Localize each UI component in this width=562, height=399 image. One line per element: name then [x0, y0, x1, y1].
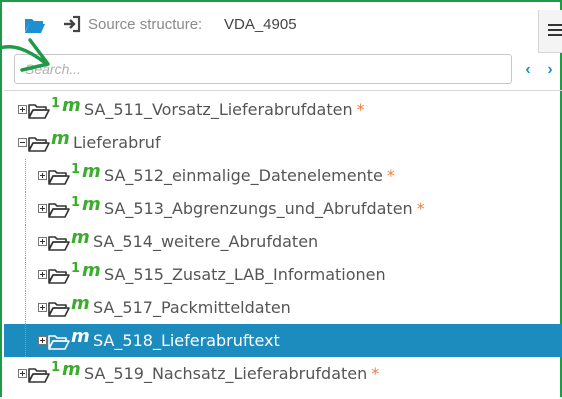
cardinality-number: 1 — [51, 96, 61, 111]
node-name: SA_512_einmalige_Datenelemente — [104, 166, 383, 185]
expand-toggle-icon[interactable] — [38, 303, 47, 312]
cardinality-number: 1 — [71, 195, 81, 210]
cardinality-badge: 1m — [71, 194, 101, 215]
collapse-toggle-icon[interactable] — [18, 138, 27, 147]
mandatory-marker: m — [51, 128, 70, 149]
search-input[interactable] — [14, 54, 512, 84]
expand-toggle-icon[interactable] — [38, 336, 47, 345]
cardinality-badge: m — [71, 293, 90, 314]
cardinality-number: 1 — [51, 360, 61, 375]
mandatory-marker: m — [82, 260, 101, 281]
required-marker: * — [371, 364, 380, 383]
tree-node-label: SA_519_Nachsatz_Lieferabrufdaten * — [84, 364, 379, 383]
cardinality-number: 1 — [71, 261, 81, 276]
mandatory-marker: m — [62, 359, 81, 380]
menu-bar-icon — [548, 34, 562, 36]
menu-bar-icon — [548, 24, 562, 26]
tree-guide-line — [25, 324, 26, 357]
folder-open-icon — [48, 236, 70, 251]
tree-node-label: SA_513_Abgrenzungs_und_Abrufdaten * — [104, 199, 425, 218]
required-marker: * — [416, 199, 425, 218]
required-marker: * — [386, 166, 395, 185]
tree-node[interactable]: m SA_518_Lieferabruftext — [4, 324, 562, 357]
cardinality-badge: m — [71, 326, 90, 347]
tree-guide-line — [25, 291, 26, 324]
hamburger-menu-button[interactable] — [538, 10, 562, 53]
tree-guide-line — [25, 225, 26, 258]
tree-node[interactable]: 1 m SA_513_Abgrenzungs_und_Abrufdaten * — [4, 192, 562, 225]
tree-guide-line — [25, 258, 26, 291]
mandatory-marker: m — [71, 326, 90, 347]
annotation-arrow — [0, 38, 50, 72]
tree-node[interactable]: 1 m SA_519_Nachsatz_Lieferabrufdaten * — [4, 357, 562, 390]
source-structure-panel: Source structure: VDA_4905 ‹ › 1mSA_511_… — [0, 0, 562, 397]
mandatory-marker: m — [82, 161, 101, 182]
panel-header: Source structure: VDA_4905 — [2, 2, 562, 53]
tree-node-label: SA_517_Packmitteldaten — [93, 298, 291, 317]
previous-match-button[interactable]: ‹ — [520, 61, 536, 79]
node-name: SA_517_Packmitteldaten — [93, 298, 291, 317]
source-structure-value: VDA_4905 — [224, 16, 297, 33]
tree-node-label: SA_518_Lieferabruftext — [93, 331, 280, 350]
cardinality-badge: 1m — [51, 359, 81, 380]
tree-node-label: Lieferabruf — [73, 133, 161, 152]
mandatory-marker: m — [71, 293, 90, 314]
mandatory-marker: m — [71, 227, 90, 248]
divider — [4, 90, 562, 91]
cardinality-badge: m — [51, 128, 70, 149]
next-match-button[interactable]: › — [542, 61, 558, 79]
node-name: SA_518_Lieferabruftext — [93, 331, 280, 350]
tree-guide-line — [25, 159, 26, 192]
cardinality-badge: m — [71, 227, 90, 248]
tree-node-label: SA_515_Zusatz_LAB_Informationen — [104, 265, 386, 284]
node-name: SA_514_weitere_Abrufdaten — [93, 232, 319, 251]
mandatory-marker: m — [62, 95, 81, 116]
tree-node[interactable]: 1 m SA_515_Zusatz_LAB_Informationen — [4, 258, 562, 291]
tree-node[interactable]: 1 m SA_512_einmalige_Datenelemente * — [4, 159, 562, 192]
cardinality-badge: 1m — [51, 95, 81, 116]
expand-toggle-icon[interactable] — [38, 237, 47, 246]
expand-toggle-icon[interactable] — [38, 204, 47, 213]
menu-bar-icon — [548, 29, 562, 31]
folder-open-icon — [28, 104, 50, 119]
source-structure-label: Source structure: — [88, 16, 203, 33]
tree-node[interactable]: m SA_514_weitere_Abrufdaten — [4, 225, 562, 258]
node-name: SA_511_Vorsatz_Lieferabrufdaten — [84, 100, 353, 119]
cardinality-badge: 1m — [71, 260, 101, 281]
required-marker: * — [356, 100, 365, 119]
tree-node-label: SA_512_einmalige_Datenelemente * — [104, 166, 395, 185]
tree-node[interactable]: m Lieferabruf — [4, 126, 562, 159]
expand-toggle-icon[interactable] — [38, 270, 47, 279]
tree-node-label: SA_514_weitere_Abrufdaten — [93, 232, 318, 251]
node-name: SA_519_Nachsatz_Lieferabrufdaten — [84, 364, 368, 383]
tree-node[interactable]: 1 m SA_511_Vorsatz_Lieferabrufdaten * — [4, 93, 562, 126]
folder-open-icon — [48, 302, 70, 317]
node-name: SA_515_Zusatz_LAB_Informationen — [104, 265, 386, 284]
tree-node[interactable]: m SA_517_Packmitteldaten — [4, 291, 562, 324]
folder-open-icon — [28, 137, 50, 152]
folder-open-icon — [28, 368, 50, 383]
node-name: SA_513_Abgrenzungs_und_Abrufdaten — [104, 199, 413, 218]
folder-open-icon — [48, 203, 70, 218]
mandatory-marker: m — [82, 194, 101, 215]
cardinality-badge: 1m — [71, 161, 101, 182]
node-name: Lieferabruf — [73, 133, 161, 152]
folder-open-icon — [48, 335, 70, 350]
folder-open-icon — [48, 269, 70, 284]
folder-open-icon — [48, 170, 70, 185]
tree-guide-line — [25, 192, 26, 225]
expand-toggle-icon[interactable] — [18, 369, 27, 378]
tree-node-label: SA_511_Vorsatz_Lieferabrufdaten * — [84, 100, 365, 119]
sign-in-icon — [64, 15, 81, 33]
cardinality-number: 1 — [71, 162, 81, 177]
expand-toggle-icon[interactable] — [18, 105, 27, 114]
expand-toggle-icon[interactable] — [38, 171, 47, 180]
